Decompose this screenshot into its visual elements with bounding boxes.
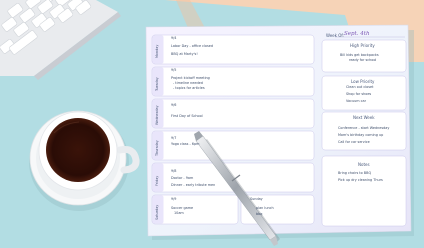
day-note: - timeline needed <box>173 81 203 85</box>
day-note: - topics for articles <box>173 86 205 90</box>
day-label-thursday: Thursday <box>155 140 159 156</box>
day-note: bbq <box>256 212 263 216</box>
keyboard <box>0 0 121 80</box>
section-note: Bill kids get backpacks <box>340 53 379 57</box>
day-tag: 9/6 <box>171 103 177 107</box>
day-tag: 9/9 <box>171 197 177 201</box>
section-title: High Priority <box>350 43 375 48</box>
day-note: Soccer game <box>171 206 194 210</box>
section-note: Bring chairs to BBQ <box>338 171 372 175</box>
section-title: Next Week <box>353 115 375 120</box>
section-note: Pick up dry cleaning Thurs <box>338 178 383 182</box>
day-tag: 9/7 <box>171 136 177 140</box>
section-note: Conference - start Wednesday <box>338 126 390 130</box>
section-title: Low Priority <box>351 79 375 84</box>
day-tag: 9/8 <box>171 169 177 173</box>
week-value: Sept. 4th <box>344 31 370 37</box>
day-note: Project kickoff meeting <box>171 76 210 80</box>
day-note: Dinner - early tribute men <box>171 183 216 187</box>
peach-paper-shadow <box>176 0 205 28</box>
section-note: Shop for shoes <box>346 92 372 96</box>
section-note: Call for car service <box>338 140 370 144</box>
day-label-wednesday: Wednesday <box>155 105 159 125</box>
day-label-saturday: Saturday <box>155 204 159 220</box>
desk-scene <box>0 0 424 246</box>
section-note: ready for school <box>349 58 377 62</box>
day-note: Doctor - 9am <box>171 176 194 180</box>
day-tag: 9/4 <box>171 36 177 40</box>
day-note: BBQ at Marty's! <box>171 52 198 56</box>
week-label: Week Of: <box>326 33 344 38</box>
day-tag: 9/5 <box>171 68 177 72</box>
day-label-tuesday: Tuesday <box>155 77 159 91</box>
day-note: Yoga class - 6pm <box>171 142 200 146</box>
day-note: plan lunch <box>256 206 274 210</box>
day-label-friday: Friday <box>155 175 159 186</box>
day-note: 10am <box>174 211 184 215</box>
section-title: Notes <box>358 162 370 167</box>
section-note: Vacuum car <box>346 99 367 103</box>
section-note: Clean out closet <box>346 85 374 89</box>
day-note: First Day of School <box>171 114 203 118</box>
day-note: Sunday <box>250 197 263 201</box>
day-label-monday: Monday <box>155 44 159 58</box>
coffee-cup <box>29 110 140 211</box>
section-note: Mom's birthday coming up <box>338 133 384 137</box>
day-note: Labor Day - office closed <box>171 44 214 48</box>
